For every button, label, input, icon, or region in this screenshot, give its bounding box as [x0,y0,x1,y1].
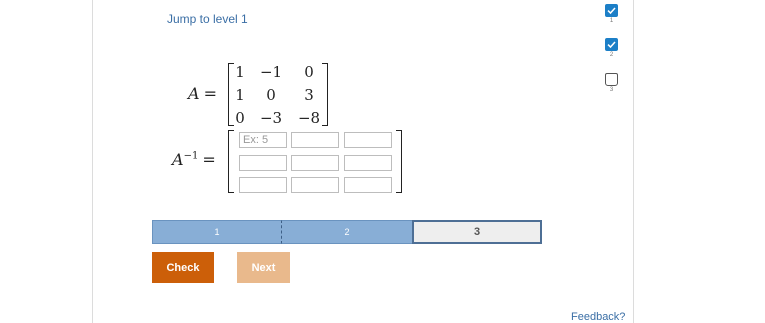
level-2-checkbox [605,38,618,51]
empty-box-icon [605,73,618,86]
matrix-a-cell: 1 [235,86,245,104]
jump-to-level-link[interactable]: Jump to level 1 [167,12,248,26]
matrix-a-cell: −3 [259,109,283,127]
inverse-input-r3c2[interactable] [291,177,339,193]
inverse-superscript: −1 [183,150,199,162]
matrix-a-cell: −8 [297,109,321,127]
equals-sign: = [202,150,216,169]
level-1-indicator[interactable]: 1 [605,4,621,24]
inverse-input-r1c1[interactable] [239,132,287,148]
matrix-a-label: A = [188,84,217,103]
level-1-checkbox [605,4,618,17]
level-1-number: 1 [609,18,614,24]
matrix-a-cell: 1 [235,63,245,81]
matrix-a-cell: −1 [259,63,283,81]
level-3-number: 3 [609,87,614,93]
level-3-indicator[interactable]: 3 [605,73,621,93]
inverse-input-r2c3[interactable] [344,155,392,171]
checkmark-icon [607,7,616,15]
matrix-a-cell: 0 [266,86,276,104]
matrix-a-cell: 0 [235,109,245,127]
level-2-indicator[interactable]: 2 [605,38,621,58]
check-button[interactable]: Check [152,252,214,283]
inverse-right-bracket [396,130,402,193]
inverse-input-r1c3[interactable] [344,132,392,148]
inverse-label: A−1 = [172,150,216,169]
inverse-input-r2c2[interactable] [291,155,339,171]
progress-segment-3: 3 [412,220,542,244]
feedback-link[interactable]: Feedback? [571,311,625,323]
inverse-input-r2c1[interactable] [239,155,287,171]
next-button[interactable]: Next [237,252,290,283]
inverse-left-bracket [228,130,234,193]
checkmark-icon [607,41,616,49]
matrix-a-symbol: A [188,84,200,103]
progress-segment-2: 2 [282,220,412,244]
equals-sign: = [203,84,217,103]
progress-segment-1: 1 [152,220,282,244]
matrix-a-cell: 3 [304,86,314,104]
inverse-input-r3c1[interactable] [239,177,287,193]
inverse-input-r3c3[interactable] [344,177,392,193]
matrix-a-cell: 0 [304,63,314,81]
level-progress-bar: 1 2 3 [152,220,542,244]
inverse-symbol: A [172,150,184,169]
level-2-number: 2 [609,52,614,58]
inverse-input-r1c2[interactable] [291,132,339,148]
